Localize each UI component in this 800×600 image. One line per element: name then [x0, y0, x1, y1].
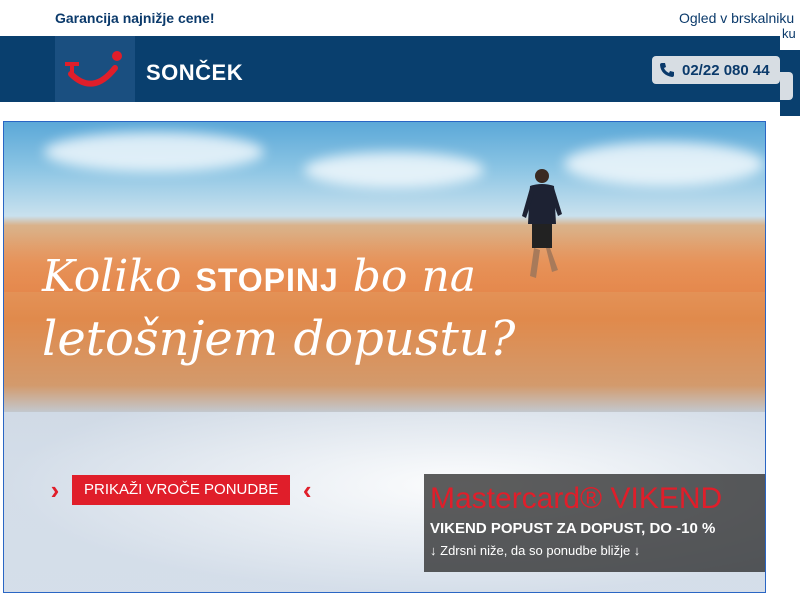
- hero-headline: Koliko STOPINJ bo na letošnjem dopustu?: [42, 250, 562, 371]
- phone-button[interactable]: 02/22 080 44: [652, 56, 780, 84]
- arrow-down-icon: ↓: [630, 543, 641, 558]
- brand-name: SONČEK: [146, 60, 244, 85]
- headline-line2: letošnjem dopustu?: [42, 311, 516, 367]
- headline-part1: Koliko: [42, 251, 196, 302]
- header-bar: SONČEK 02/22 080 44: [0, 36, 800, 102]
- promo-scroll-hint: ↓ Zdrsni niže, da so ponudbe bližje ↓: [430, 543, 641, 558]
- top-strip: Garancija najnižje cene! Ogled v brskaln…: [0, 0, 800, 36]
- chevron-left-icon: ‹: [302, 474, 312, 505]
- price-guarantee-slogan: Garancija najnižje cene!: [55, 10, 215, 26]
- phone-icon: [652, 62, 682, 78]
- hero-banner[interactable]: Koliko STOPINJ bo na letošnjem dopustu? …: [3, 121, 766, 593]
- tui-smile-icon: [65, 51, 122, 87]
- headline-part2: bo na: [338, 251, 477, 302]
- chevron-right-icon: ›: [50, 474, 60, 505]
- overflow-fragment: ku: [780, 26, 800, 50]
- cloud: [304, 152, 484, 188]
- cloud: [44, 132, 264, 172]
- phone-button-edge: [780, 72, 793, 100]
- mastercard-promo[interactable]: Mastercard® VIKEND VIKEND POPUST ZA DOPU…: [424, 474, 765, 572]
- hot-offers-button[interactable]: PRIKAŽI VROČE PONUDBE: [72, 475, 291, 505]
- promo-subtitle: VIKEND POPUST ZA DOPUST, DO -10 %: [430, 520, 716, 537]
- headline-strong: STOPINJ: [195, 262, 339, 298]
- cloud: [564, 142, 764, 186]
- view-in-browser-link[interactable]: Ogled v brskalniku: [679, 10, 794, 26]
- hot-offers-cta[interactable]: › PRIKAŽI VROČE PONUDBE ‹: [44, 474, 318, 506]
- promo-title: Mastercard® VIKEND: [430, 482, 723, 515]
- arrow-down-icon: ↓: [430, 543, 441, 558]
- tui-logo[interactable]: [55, 36, 135, 102]
- phone-number: 02/22 080 44: [682, 61, 770, 79]
